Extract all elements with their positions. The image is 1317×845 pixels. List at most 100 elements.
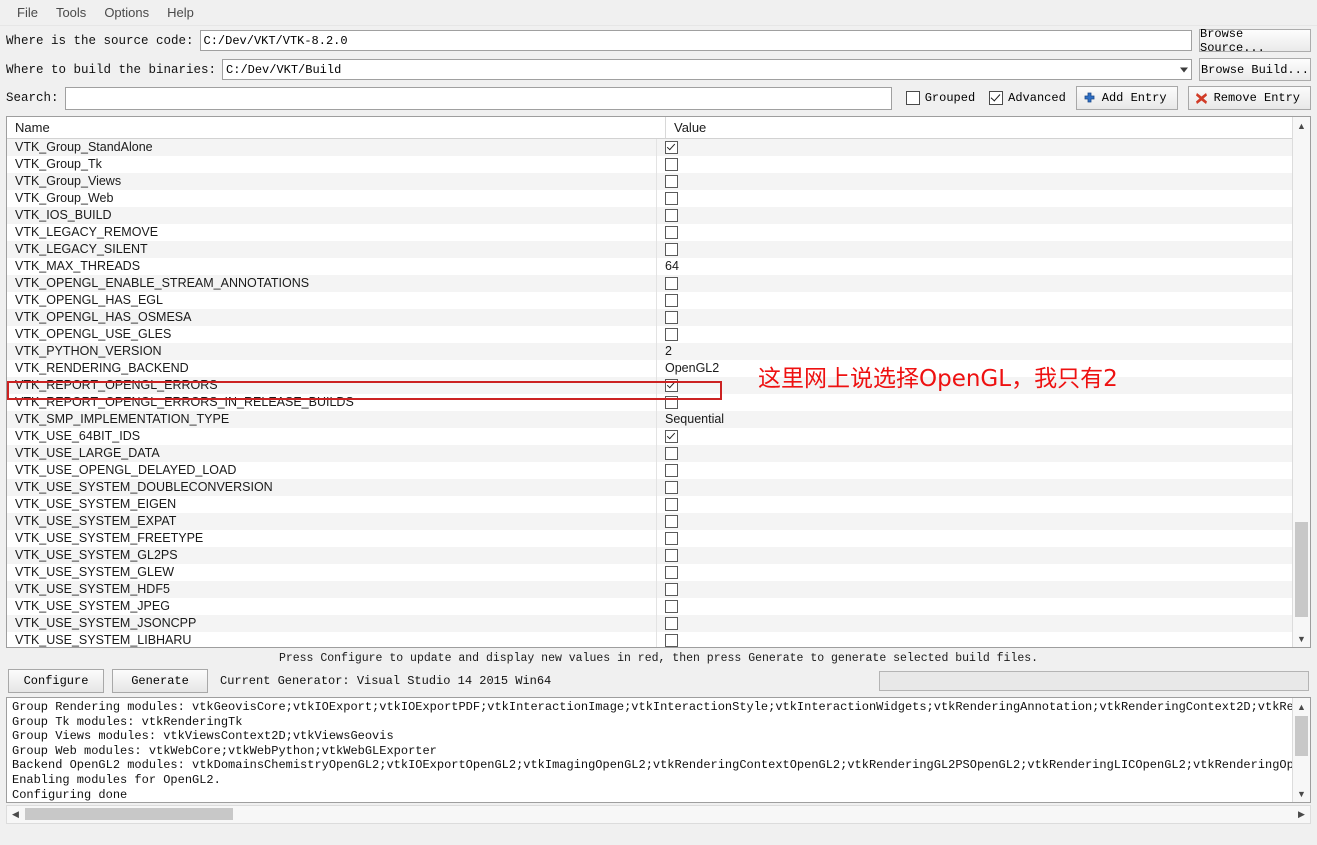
table-row[interactable]: VTK_USE_SYSTEM_FREETYPE	[7, 530, 1292, 547]
menu-item-file[interactable]: File	[8, 2, 47, 23]
table-row[interactable]: VTK_MAX_THREADS 64	[7, 258, 1292, 275]
value-checkbox[interactable]	[665, 634, 678, 647]
cache-variable-value[interactable]	[657, 394, 1292, 411]
value-checkbox[interactable]	[665, 209, 678, 222]
table-row[interactable]: VTK_PYTHON_VERSION 2	[7, 343, 1292, 360]
value-checkbox[interactable]	[665, 277, 678, 290]
cache-variable-value[interactable]	[657, 190, 1292, 207]
scroll-thumb[interactable]	[25, 808, 233, 820]
value-checkbox[interactable]	[665, 549, 678, 562]
menu-item-help[interactable]: Help	[158, 2, 203, 23]
chevron-right-icon[interactable]: ▶	[1293, 807, 1310, 822]
table-row[interactable]: VTK_USE_SYSTEM_HDF5	[7, 581, 1292, 598]
table-row[interactable]: VTK_USE_OPENGL_DELAYED_LOAD	[7, 462, 1292, 479]
build-path-combo[interactable]: C:/Dev/VKT/Build	[222, 59, 1192, 80]
value-checkbox[interactable]	[665, 175, 678, 188]
cache-variable-value[interactable]	[657, 632, 1292, 647]
table-row[interactable]: VTK_USE_SYSTEM_JPEG	[7, 598, 1292, 615]
cache-variable-value[interactable]	[657, 547, 1292, 564]
advanced-checkbox[interactable]	[989, 91, 1004, 105]
table-row[interactable]: VTK_USE_SYSTEM_LIBHARU	[7, 632, 1292, 647]
chevron-left-icon[interactable]: ◀	[7, 807, 24, 822]
value-checkbox[interactable]	[665, 566, 678, 579]
advanced-checkbox-group[interactable]: Advanced	[989, 91, 1066, 105]
value-checkbox[interactable]	[665, 430, 678, 443]
table-vertical-scrollbar[interactable]: ▲ ▼	[1292, 117, 1310, 647]
table-row[interactable]: VTK_OPENGL_ENABLE_STREAM_ANNOTATIONS	[7, 275, 1292, 292]
cache-variable-value[interactable]	[657, 581, 1292, 598]
column-header-value[interactable]: Value	[666, 117, 1292, 138]
table-row[interactable]: VTK_USE_SYSTEM_EXPAT	[7, 513, 1292, 530]
table-row[interactable]: VTK_Group_Tk	[7, 156, 1292, 173]
table-row[interactable]: VTK_USE_SYSTEM_GL2PS	[7, 547, 1292, 564]
cache-variable-value[interactable]	[657, 224, 1292, 241]
value-checkbox[interactable]	[665, 464, 678, 477]
column-header-name[interactable]: Name	[7, 117, 666, 138]
log-horizontal-scrollbar[interactable]: ◀ ▶	[6, 805, 1311, 824]
value-checkbox[interactable]	[665, 226, 678, 239]
table-row[interactable]: VTK_USE_SYSTEM_EIGEN	[7, 496, 1292, 513]
add-entry-button[interactable]: Add Entry	[1075, 86, 1178, 110]
value-checkbox[interactable]	[665, 447, 678, 460]
value-checkbox[interactable]	[665, 600, 678, 613]
cache-variable-value[interactable]	[657, 462, 1292, 479]
cache-variable-value[interactable]	[657, 173, 1292, 190]
value-checkbox[interactable]	[665, 396, 678, 409]
value-checkbox[interactable]	[665, 328, 678, 341]
table-row[interactable]: VTK_IOS_BUILD	[7, 207, 1292, 224]
scroll-thumb[interactable]	[1295, 522, 1308, 617]
cache-variable-value[interactable]	[657, 496, 1292, 513]
table-row[interactable]: VTK_USE_64BIT_IDS	[7, 428, 1292, 445]
cache-variable-value[interactable]	[657, 326, 1292, 343]
cache-variable-value[interactable]	[657, 156, 1292, 173]
cache-variable-value[interactable]	[657, 598, 1292, 615]
chevron-down-icon[interactable]: ▼	[1293, 785, 1310, 802]
table-row[interactable]: VTK_USE_SYSTEM_JSONCPP	[7, 615, 1292, 632]
cache-variable-value[interactable]	[657, 530, 1292, 547]
value-checkbox[interactable]	[665, 481, 678, 494]
configure-button[interactable]: Configure	[8, 669, 104, 693]
value-checkbox[interactable]	[665, 498, 678, 511]
cache-variable-value[interactable]	[657, 309, 1292, 326]
cache-variable-value[interactable]: 2	[657, 343, 1292, 360]
table-row[interactable]: VTK_OPENGL_HAS_EGL	[7, 292, 1292, 309]
cache-variable-value[interactable]	[657, 139, 1292, 156]
cache-variable-value[interactable]: 64	[657, 258, 1292, 275]
source-path-input[interactable]: C:/Dev/VKT/VTK-8.2.0	[199, 30, 1192, 51]
generate-button[interactable]: Generate	[112, 669, 208, 693]
cache-variable-value[interactable]	[657, 513, 1292, 530]
table-row[interactable]: VTK_LEGACY_REMOVE	[7, 224, 1292, 241]
table-row[interactable]: VTK_Group_Web	[7, 190, 1292, 207]
table-row[interactable]: VTK_USE_SYSTEM_GLEW	[7, 564, 1292, 581]
value-checkbox[interactable]	[665, 141, 678, 154]
value-checkbox[interactable]	[665, 243, 678, 256]
browse-source-button[interactable]: Browse Source...	[1199, 27, 1311, 55]
value-checkbox[interactable]	[665, 617, 678, 630]
table-row[interactable]: VTK_Group_Views	[7, 173, 1292, 190]
cache-variable-value[interactable]	[657, 615, 1292, 632]
cache-variable-value[interactable]	[657, 275, 1292, 292]
cache-variable-value[interactable]	[657, 292, 1292, 309]
cache-variable-value[interactable]: Sequential	[657, 411, 1292, 428]
value-checkbox[interactable]	[665, 583, 678, 596]
table-row[interactable]: VTK_Group_StandAlone	[7, 139, 1292, 156]
value-checkbox[interactable]	[665, 294, 678, 307]
chevron-down-icon[interactable]	[1180, 67, 1188, 72]
value-checkbox[interactable]	[665, 311, 678, 324]
table-row[interactable]: VTK_LEGACY_SILENT	[7, 241, 1292, 258]
search-input[interactable]	[64, 86, 892, 110]
chevron-up-icon[interactable]: ▲	[1293, 117, 1310, 134]
cache-variable-value[interactable]	[657, 445, 1292, 462]
value-checkbox[interactable]	[665, 379, 678, 392]
log-text[interactable]: Group Rendering modules: vtkGeovisCore;v…	[7, 698, 1292, 802]
chevron-up-icon[interactable]: ▲	[1293, 698, 1310, 715]
cache-variable-value[interactable]	[657, 564, 1292, 581]
cache-variable-value[interactable]	[657, 207, 1292, 224]
cache-variable-value[interactable]	[657, 479, 1292, 496]
menu-item-options[interactable]: Options	[95, 2, 158, 23]
scroll-thumb[interactable]	[1295, 716, 1308, 756]
menu-item-tools[interactable]: Tools	[47, 2, 95, 23]
remove-entry-button[interactable]: Remove Entry	[1187, 86, 1311, 110]
cache-variable-value[interactable]	[657, 428, 1292, 445]
value-checkbox[interactable]	[665, 158, 678, 171]
